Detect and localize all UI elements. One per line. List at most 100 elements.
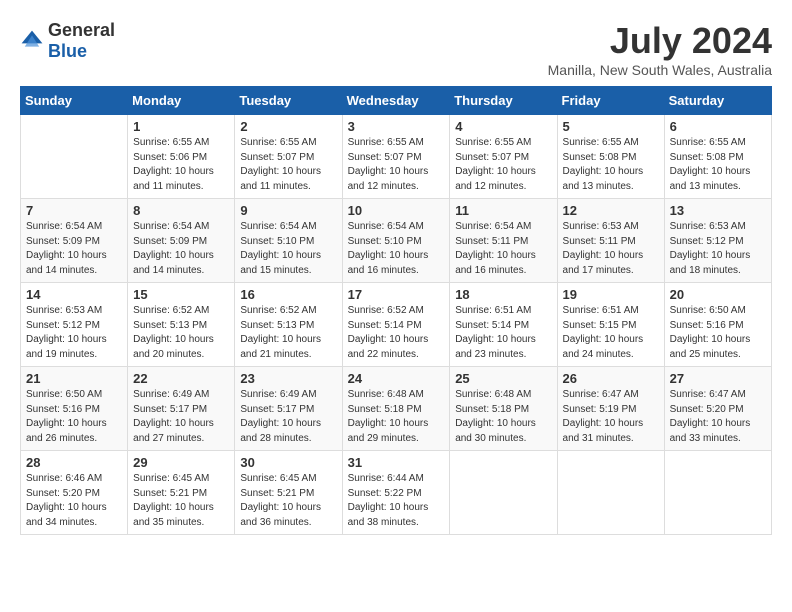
logo-general: General <box>48 20 115 40</box>
day-content: Sunrise: 6:53 AM Sunset: 5:11 PM Dayligh… <box>563 220 659 278</box>
day-content: Sunrise: 6:53 AM Sunset: 5:12 PM Dayligh… <box>26 304 122 362</box>
day-number: 26 <box>563 371 659 386</box>
calendar-cell: 28 Sunrise: 6:46 AM Sunset: 5:20 PM Dayli… <box>21 451 128 535</box>
day-number: 25 <box>455 371 551 386</box>
day-number: 4 <box>455 119 551 134</box>
day-number: 3 <box>348 119 445 134</box>
calendar-cell: 1Sunrise: 6:55 AM Sunset: 5:06 PM Daylig… <box>128 115 235 199</box>
calendar-cell: 13Sunrise: 6:53 AM Sunset: 5:12 PM Dayli… <box>664 199 771 283</box>
logo-text: General Blue <box>48 20 115 62</box>
calendar-header-row: SundayMondayTuesdayWednesdayThursdayFrid… <box>21 87 772 115</box>
day-number: 19 <box>563 287 659 302</box>
location-title: Manilla, New South Wales, Australia <box>548 62 772 78</box>
day-content: Sunrise: 6:50 AM Sunset: 5:16 PM Dayligh… <box>670 304 766 362</box>
calendar-cell <box>557 451 664 535</box>
day-header-saturday: Saturday <box>664 87 771 115</box>
day-header-monday: Monday <box>128 87 235 115</box>
day-number: 30 <box>240 455 336 470</box>
calendar-cell <box>21 115 128 199</box>
calendar-cell: 29 Sunrise: 6:45 AM Sunset: 5:21 PM Dayli… <box>128 451 235 535</box>
day-content: Sunrise: 6:51 AM Sunset: 5:15 PM Dayligh… <box>563 304 659 362</box>
calendar-cell: 7Sunrise: 6:54 AM Sunset: 5:09 PM Daylig… <box>21 199 128 283</box>
day-number: 23 <box>240 371 336 386</box>
title-area: July 2024 Manilla, New South Wales, Aust… <box>548 20 772 78</box>
day-number: 27 <box>670 371 766 386</box>
day-number: 15 <box>133 287 229 302</box>
day-content: Sunrise: 6:54 AM Sunset: 5:11 PM Dayligh… <box>455 220 551 278</box>
day-header-thursday: Thursday <box>450 87 557 115</box>
day-number: 17 <box>348 287 445 302</box>
day-number: 10 <box>348 203 445 218</box>
day-content: Sunrise: 6:52 AM Sunset: 5:13 PM Dayligh… <box>133 304 229 362</box>
day-content: Sunrise: 6:46 AM Sunset: 5:20 PM Dayligh… <box>26 472 122 530</box>
day-content: Sunrise: 6:51 AM Sunset: 5:14 PM Dayligh… <box>455 304 551 362</box>
calendar-cell: 9Sunrise: 6:54 AM Sunset: 5:10 PM Daylig… <box>235 199 342 283</box>
day-number: 5 <box>563 119 659 134</box>
calendar-cell: 20 Sunrise: 6:50 AM Sunset: 5:16 PM Dayli… <box>664 283 771 367</box>
day-content: Sunrise: 6:52 AM Sunset: 5:13 PM Dayligh… <box>240 304 336 362</box>
month-title: July 2024 <box>548 20 772 62</box>
day-number: 28 <box>26 455 122 470</box>
calendar-cell: 5 Sunrise: 6:55 AM Sunset: 5:08 PM Daylig… <box>557 115 664 199</box>
calendar-cell: 16 Sunrise: 6:52 AM Sunset: 5:13 PM Dayli… <box>235 283 342 367</box>
logo-icon <box>20 29 44 53</box>
day-number: 22 <box>133 371 229 386</box>
day-number: 12 <box>563 203 659 218</box>
day-content: Sunrise: 6:48 AM Sunset: 5:18 PM Dayligh… <box>348 388 445 446</box>
day-number: 9 <box>240 203 336 218</box>
day-number: 24 <box>348 371 445 386</box>
day-number: 7 <box>26 203 122 218</box>
calendar-cell: 2 Sunrise: 6:55 AM Sunset: 5:07 PM Daylig… <box>235 115 342 199</box>
day-content: Sunrise: 6:54 AM Sunset: 5:10 PM Dayligh… <box>348 220 445 278</box>
calendar-cell: 27Sunrise: 6:47 AM Sunset: 5:20 PM Dayli… <box>664 367 771 451</box>
calendar-cell: 12 Sunrise: 6:53 AM Sunset: 5:11 PM Dayli… <box>557 199 664 283</box>
day-content: Sunrise: 6:48 AM Sunset: 5:18 PM Dayligh… <box>455 388 551 446</box>
calendar-cell: 24 Sunrise: 6:48 AM Sunset: 5:18 PM Dayli… <box>342 367 450 451</box>
day-content: Sunrise: 6:55 AM Sunset: 5:07 PM Dayligh… <box>348 136 445 194</box>
day-content: Sunrise: 6:49 AM Sunset: 5:17 PM Dayligh… <box>240 388 336 446</box>
calendar-cell: 19 Sunrise: 6:51 AM Sunset: 5:15 PM Dayli… <box>557 283 664 367</box>
day-content: Sunrise: 6:50 AM Sunset: 5:16 PM Dayligh… <box>26 388 122 446</box>
day-number: 29 <box>133 455 229 470</box>
day-content: Sunrise: 6:55 AM Sunset: 5:07 PM Dayligh… <box>240 136 336 194</box>
day-number: 6 <box>670 119 766 134</box>
calendar-week-row: 21 Sunrise: 6:50 AM Sunset: 5:16 PM Dayli… <box>21 367 772 451</box>
day-content: Sunrise: 6:45 AM Sunset: 5:21 PM Dayligh… <box>133 472 229 530</box>
logo: General Blue <box>20 20 115 62</box>
calendar-week-row: 7 Sunrise: 6:54 AM Sunset: 5:09 PM Daylig… <box>21 199 772 283</box>
day-number: 2 <box>240 119 336 134</box>
calendar-cell: 18 Sunrise: 6:51 AM Sunset: 5:14 PM Dayli… <box>450 283 557 367</box>
calendar-cell: 15 Sunrise: 6:52 AM Sunset: 5:13 PM Dayli… <box>128 283 235 367</box>
calendar-week-row: 14 Sunrise: 6:53 AM Sunset: 5:12 PM Dayli… <box>21 283 772 367</box>
calendar-cell: 11 Sunrise: 6:54 AM Sunset: 5:11 PM Dayli… <box>450 199 557 283</box>
day-number: 31 <box>348 455 445 470</box>
day-header-wednesday: Wednesday <box>342 87 450 115</box>
day-content: Sunrise: 6:54 AM Sunset: 5:09 PM Dayligh… <box>133 220 229 278</box>
day-number: 1 <box>133 119 229 134</box>
calendar-cell: 10 Sunrise: 6:54 AM Sunset: 5:10 PM Dayli… <box>342 199 450 283</box>
day-number: 8 <box>133 203 229 218</box>
day-number: 18 <box>455 287 551 302</box>
logo-blue: Blue <box>48 41 87 61</box>
day-content: Sunrise: 6:47 AM Sunset: 5:19 PM Dayligh… <box>563 388 659 446</box>
calendar-cell: 21 Sunrise: 6:50 AM Sunset: 5:16 PM Dayli… <box>21 367 128 451</box>
calendar-cell <box>664 451 771 535</box>
calendar-cell: 30 Sunrise: 6:45 AM Sunset: 5:21 PM Dayli… <box>235 451 342 535</box>
calendar-cell: 6Sunrise: 6:55 AM Sunset: 5:08 PM Daylig… <box>664 115 771 199</box>
calendar-cell: 31 Sunrise: 6:44 AM Sunset: 5:22 PM Dayli… <box>342 451 450 535</box>
calendar-cell <box>450 451 557 535</box>
day-content: Sunrise: 6:44 AM Sunset: 5:22 PM Dayligh… <box>348 472 445 530</box>
day-content: Sunrise: 6:55 AM Sunset: 5:07 PM Dayligh… <box>455 136 551 194</box>
day-header-tuesday: Tuesday <box>235 87 342 115</box>
calendar-week-row: 28 Sunrise: 6:46 AM Sunset: 5:20 PM Dayli… <box>21 451 772 535</box>
day-content: Sunrise: 6:45 AM Sunset: 5:21 PM Dayligh… <box>240 472 336 530</box>
day-header-friday: Friday <box>557 87 664 115</box>
day-number: 14 <box>26 287 122 302</box>
day-number: 13 <box>670 203 766 218</box>
day-number: 11 <box>455 203 551 218</box>
calendar-cell: 22Sunrise: 6:49 AM Sunset: 5:17 PM Dayli… <box>128 367 235 451</box>
day-number: 21 <box>26 371 122 386</box>
day-content: Sunrise: 6:55 AM Sunset: 5:08 PM Dayligh… <box>563 136 659 194</box>
day-number: 20 <box>670 287 766 302</box>
day-number: 16 <box>240 287 336 302</box>
